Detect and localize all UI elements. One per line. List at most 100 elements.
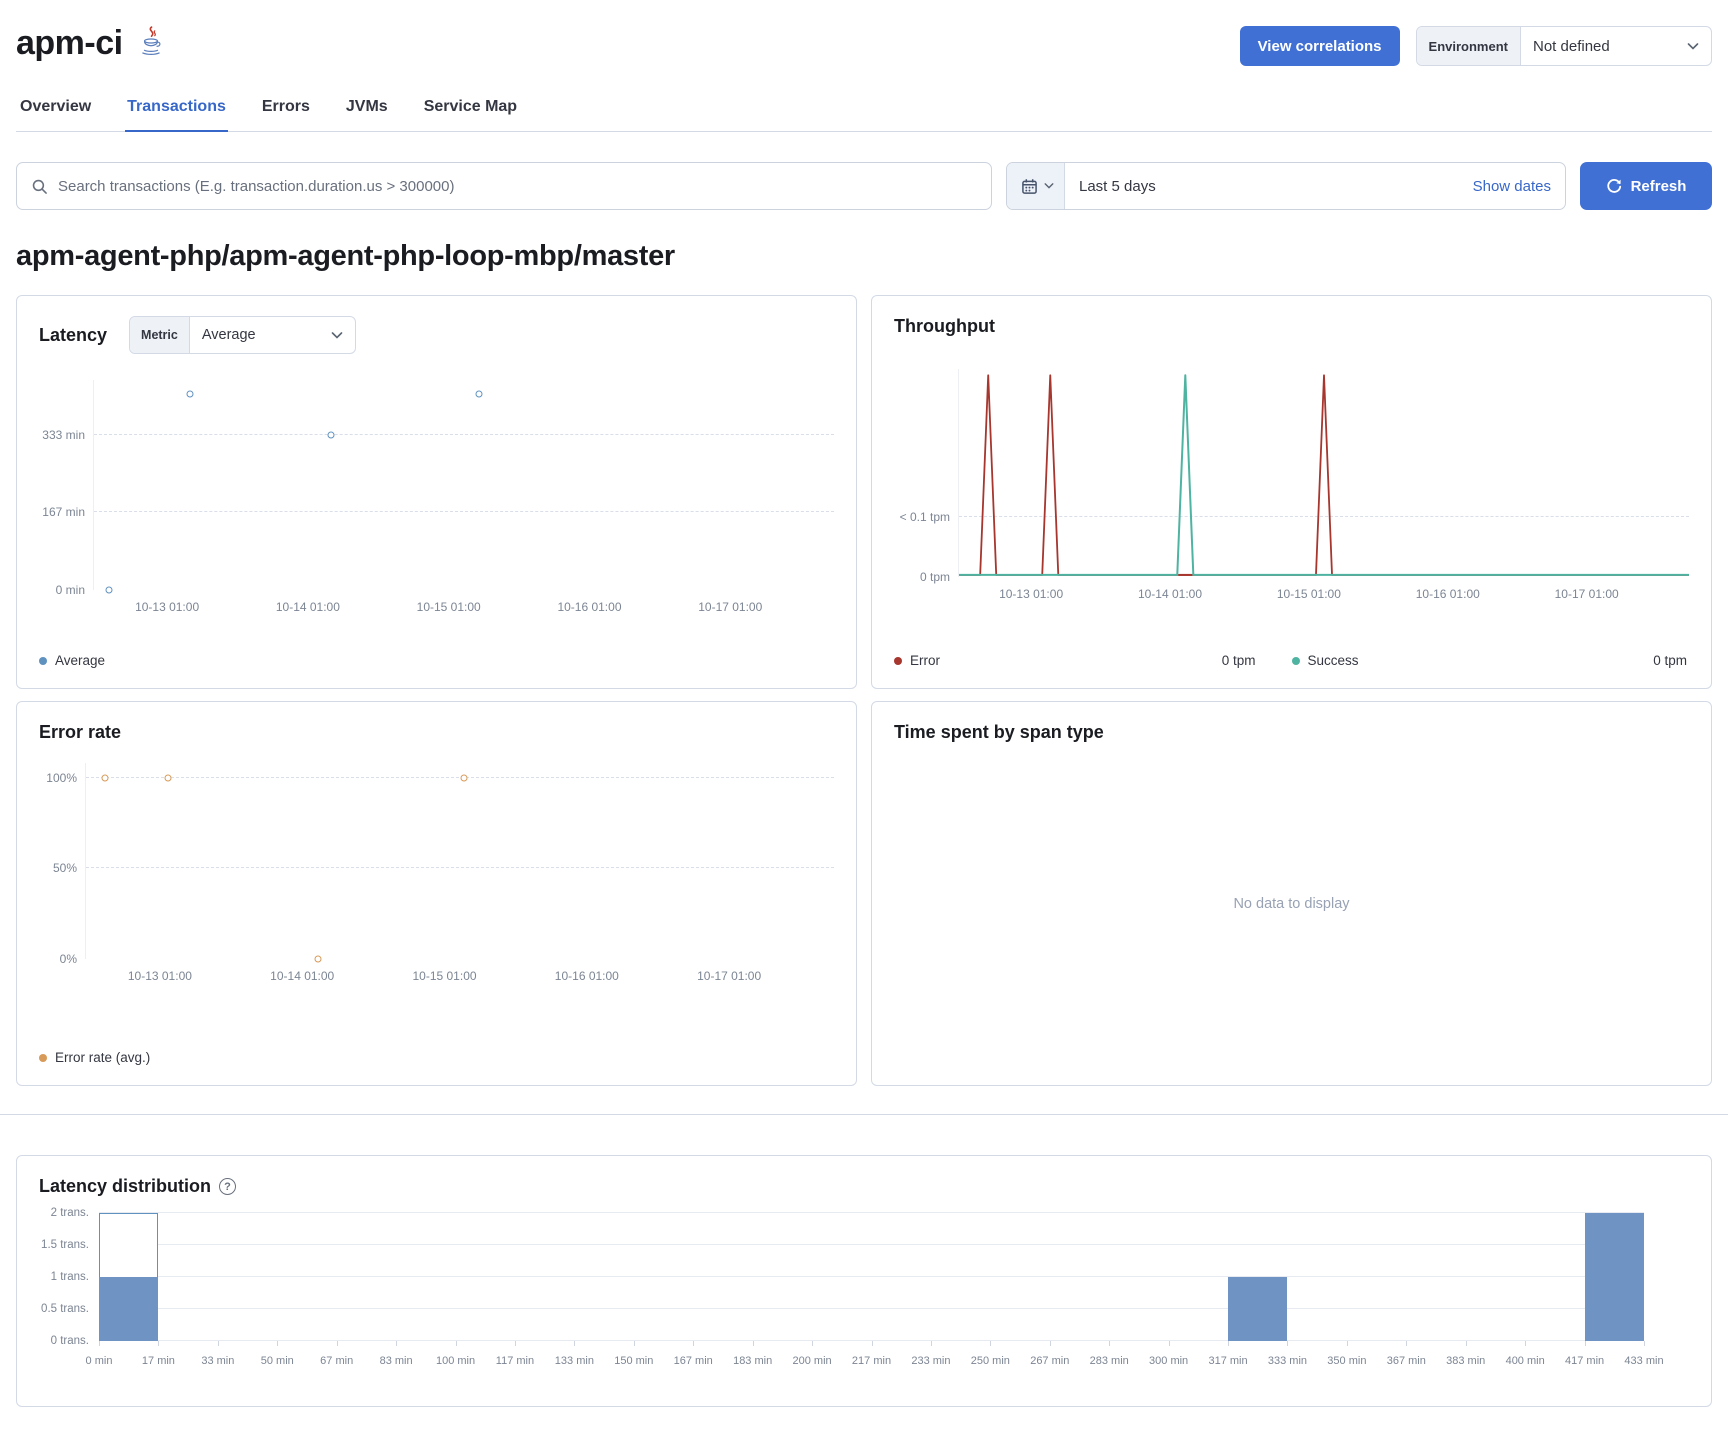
latency-x-axis: 10-13 01:00 10-14 01:00 10-15 01:00 10-16 0… (93, 600, 834, 618)
gridline (99, 1244, 1644, 1245)
x-tick-label: 10-15 01:00 (417, 600, 481, 614)
latency-title: Latency (39, 325, 107, 346)
section-divider (0, 1114, 1728, 1115)
environment-label: Environment (1417, 27, 1521, 65)
legend-label: Success (1308, 653, 1359, 668)
show-dates-button[interactable]: Show dates (1459, 163, 1565, 209)
tick-mark (1050, 1341, 1051, 1346)
error-rate-x-axis: 10-13 01:00 10-14 01:00 10-15 01:00 10-16 0… (85, 969, 834, 987)
x-tick-label: 10-17 01:00 (698, 600, 762, 614)
legend-item-average[interactable]: Average (39, 653, 105, 668)
y-tick-label: 0.5 trans. (41, 1303, 89, 1315)
throughput-x-axis: 10-13 01:0010-14 01:0010-15 01:0010-16 0… (958, 587, 1689, 605)
x-tick-label: 217 min (852, 1355, 891, 1367)
y-tick-label: 100% (46, 771, 77, 785)
refresh-button[interactable]: Refresh (1580, 162, 1712, 210)
environment-select[interactable]: Not defined (1521, 27, 1711, 65)
tick-mark (99, 1341, 100, 1346)
tab-transactions[interactable]: Transactions (125, 92, 228, 132)
search-transactions-input[interactable] (58, 178, 991, 195)
x-tick-label: 10-17 01:00 (697, 969, 761, 983)
data-point (187, 391, 194, 398)
tick-mark (1109, 1341, 1110, 1346)
tick-mark (1287, 1341, 1288, 1346)
legend-item-error-rate-avg-[interactable]: Error rate (avg.) (39, 1050, 150, 1065)
environment-select-group: Environment Not defined (1416, 26, 1712, 66)
data-point (165, 774, 172, 781)
x-tick-label: 10-17 01:00 (1555, 587, 1619, 601)
tick-mark (990, 1341, 991, 1346)
latency-metric-select-group: Metric Average (129, 316, 356, 354)
legend-dot (894, 657, 902, 665)
x-tick-label: 250 min (971, 1355, 1010, 1367)
date-range-value[interactable]: Last 5 days (1065, 163, 1459, 209)
distribution-tick-marks (99, 1341, 1644, 1347)
x-tick-label: 400 min (1506, 1355, 1545, 1367)
throughput-y-axis: 0 tpm< 0.1 tpm (894, 369, 958, 577)
tick-mark (1644, 1341, 1645, 1346)
x-tick-label: 350 min (1327, 1355, 1366, 1367)
tick-mark (396, 1341, 397, 1346)
tick-mark (693, 1341, 694, 1346)
gridline (99, 1308, 1644, 1309)
histogram-bar[interactable] (1228, 1277, 1287, 1341)
x-tick-label: 133 min (555, 1355, 594, 1367)
search-box (16, 162, 992, 210)
x-tick-label: 367 min (1387, 1355, 1426, 1367)
metric-label: Metric (130, 317, 190, 353)
tab-jvms[interactable]: JVMs (344, 92, 390, 132)
throughput-series-svg (959, 369, 1689, 577)
x-tick-label: 433 min (1624, 1355, 1663, 1367)
error-rate-panel: Error rate 0%50%100% 10-13 01:0010-14 01… (16, 701, 857, 1086)
x-tick-label: 10-13 01:00 (999, 587, 1063, 601)
x-tick-label: 10-13 01:00 (135, 600, 199, 614)
x-tick-label: 67 min (320, 1355, 353, 1367)
data-point (105, 587, 112, 594)
latency-plot (93, 380, 834, 590)
x-tick-label: 10-16 01:00 (557, 600, 621, 614)
x-tick-label: 10-13 01:00 (128, 969, 192, 983)
x-tick-label: 10-16 01:00 (555, 969, 619, 983)
legend-item-success[interactable]: Success0 tpm (1292, 653, 1690, 668)
tick-mark (1228, 1341, 1229, 1346)
data-point (475, 391, 482, 398)
tick-mark (574, 1341, 575, 1346)
x-tick-label: 300 min (1149, 1355, 1188, 1367)
y-tick-label: 0 trans. (51, 1335, 89, 1347)
x-tick-label: 10-14 01:00 (270, 969, 334, 983)
topbar: apm-ci View correlations Environment Not (16, 20, 1712, 66)
latency-legend: Average (39, 653, 834, 668)
tick-mark (158, 1341, 159, 1346)
tick-mark (1406, 1341, 1407, 1346)
x-tick-label: 10-15 01:00 (412, 969, 476, 983)
gridline (86, 867, 834, 868)
x-tick-label: 283 min (1090, 1355, 1129, 1367)
x-tick-label: 33 min (201, 1355, 234, 1367)
x-tick-label: 17 min (142, 1355, 175, 1367)
tick-mark (872, 1341, 873, 1346)
calendar-menu-button[interactable] (1007, 163, 1065, 209)
chevron-down-icon (1687, 43, 1699, 50)
throughput-title: Throughput (894, 316, 995, 337)
tab-overview[interactable]: Overview (18, 92, 93, 132)
data-point (101, 774, 108, 781)
error-rate-y-axis: 0%50%100% (39, 763, 85, 959)
y-tick-label: 0 min (56, 583, 85, 597)
histogram-bar[interactable] (1585, 1213, 1644, 1341)
search-icon (31, 178, 48, 195)
view-correlations-button[interactable]: View correlations (1240, 26, 1400, 66)
distribution-plot[interactable] (99, 1213, 1644, 1341)
legend-item-error[interactable]: Error0 tpm (894, 653, 1292, 668)
tick-mark (1169, 1341, 1170, 1346)
latency-panel: Latency Metric Average 0 min167 min333 m… (16, 295, 857, 689)
x-tick-label: 10-16 01:00 (1416, 587, 1480, 601)
latency-metric-select[interactable]: Average (190, 317, 355, 353)
legend-dot (39, 657, 47, 665)
tab-errors[interactable]: Errors (260, 92, 312, 132)
help-icon[interactable] (219, 1178, 236, 1195)
tick-mark (931, 1341, 932, 1346)
x-tick-label: 10-14 01:00 (276, 600, 340, 614)
y-tick-label: 0% (60, 952, 77, 966)
tab-service-map[interactable]: Service Map (422, 92, 519, 132)
histogram-bar[interactable] (99, 1277, 158, 1341)
